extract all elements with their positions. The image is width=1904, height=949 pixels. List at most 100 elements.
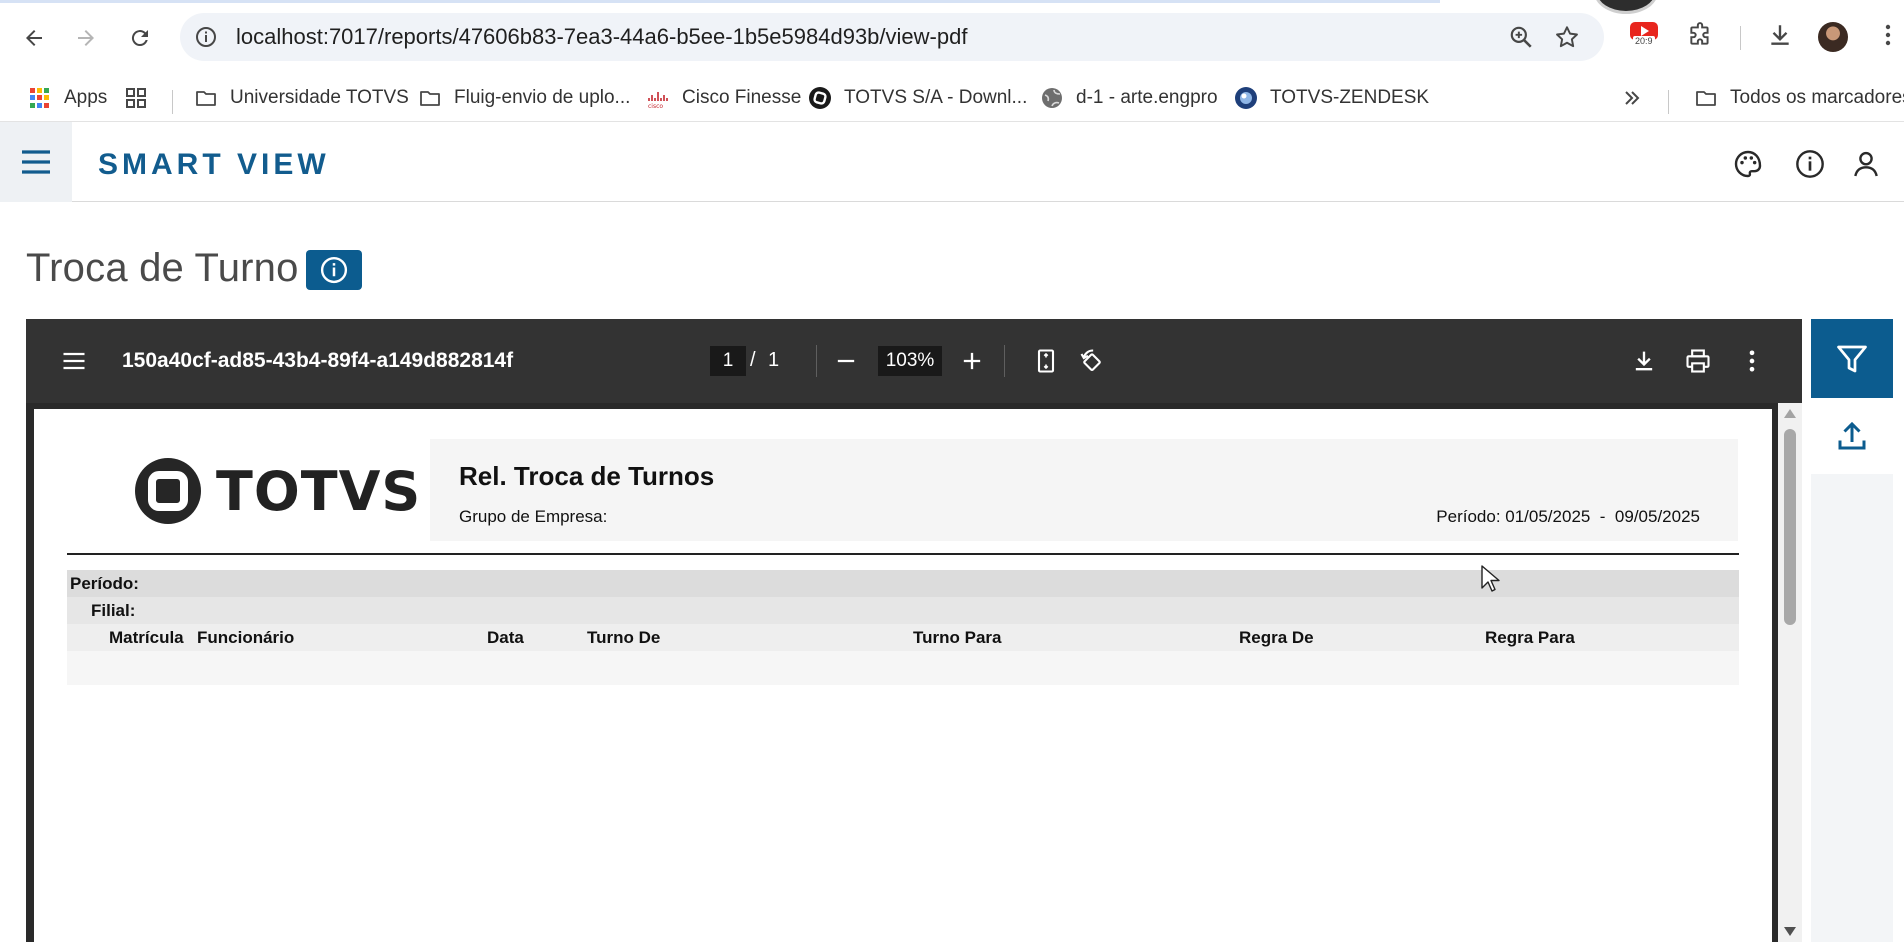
report-company-group: Grupo de Empresa:	[459, 507, 608, 526]
report-header: Rel. Troca de Turnos Grupo de Empresa: P…	[430, 439, 1738, 541]
forward-button[interactable]	[66, 18, 106, 58]
app-header: SMART VIEW	[0, 122, 1904, 202]
group-band-filial: Filial:	[67, 597, 1739, 624]
pdf-download-icon[interactable]	[1630, 347, 1658, 375]
user-icon[interactable]	[1850, 148, 1882, 180]
pdf-more-options-icon[interactable]	[1738, 347, 1766, 375]
upload-button[interactable]	[1811, 398, 1893, 474]
menu-toggle-button[interactable]	[0, 122, 72, 202]
browser-menu-button[interactable]	[1872, 19, 1904, 51]
bookmark-label: d-1 - arte.engpro	[1076, 87, 1218, 108]
bookmark-fluig[interactable]: Fluig-envio de uplo...	[418, 84, 630, 112]
bookmark-arte-engpro[interactable]: d-1 - arte.engpro	[1040, 84, 1218, 112]
scrollbar-thumb[interactable]	[1784, 429, 1796, 625]
palette-icon[interactable]	[1732, 148, 1764, 180]
column-header: Regra Para	[1485, 628, 1575, 647]
bookmark-label: Cisco Finesse	[682, 87, 802, 108]
report-info-button[interactable]	[306, 250, 362, 290]
globe-icon	[1042, 88, 1062, 108]
bookmarks-separator	[1668, 90, 1669, 114]
tab-groups-button[interactable]	[124, 84, 148, 112]
pdf-scrollbar[interactable]	[1778, 403, 1802, 942]
arrow-right-icon	[78, 30, 94, 46]
logo-wordmark: TOTVS	[216, 459, 422, 523]
bookmark-label: Apps	[64, 87, 108, 108]
page-title: Troca de Turno	[26, 246, 299, 290]
report-divider	[67, 553, 1739, 555]
downloads-button[interactable]	[1764, 19, 1796, 51]
pdf-viewer: 150a40cf-ad85-43b4-89f4-a149d882814f 1 /…	[26, 319, 1802, 949]
pdf-content-area[interactable]: TOTVS Rel. Troca de Turnos Grupo de Empr…	[26, 403, 1802, 949]
report-period: Período: 01/05/2025 - 09/05/2025	[1436, 507, 1700, 526]
about-info-icon[interactable]	[1794, 148, 1826, 180]
reload-button[interactable]	[120, 18, 160, 58]
bookmarks-separator	[172, 90, 173, 114]
more-bookmarks-button[interactable]	[1622, 84, 1642, 112]
all-bookmarks-button[interactable]: Todos os marcadores	[1694, 84, 1904, 112]
page-number-input[interactable]: 1	[710, 346, 746, 376]
column-header: Regra De	[1239, 628, 1314, 647]
bookmark-cisco-finesse[interactable]: cisco Cisco Finesse	[646, 84, 801, 112]
zoom-level-input[interactable]: 103%	[878, 346, 942, 376]
page-load-progress	[0, 0, 1440, 3]
column-header: Funcionário	[197, 628, 295, 647]
zoom-out-icon[interactable]	[832, 347, 860, 375]
column-header: Turno Para	[913, 628, 1002, 647]
back-button[interactable]	[14, 18, 54, 58]
arrow-left-icon	[26, 30, 42, 46]
zoom-icon[interactable]	[1508, 24, 1534, 50]
column-header: Data	[487, 628, 524, 647]
totvs-logo: TOTVS	[134, 457, 421, 525]
bookmark-totvs-zendesk[interactable]: TOTVS-ZENDESK	[1234, 84, 1429, 112]
pdf-toolbar: 150a40cf-ad85-43b4-89f4-a149d882814f 1 /…	[26, 319, 1802, 403]
app-brand: SMART VIEW	[98, 148, 330, 181]
bookmark-universidade-totvs[interactable]: Universidade TOTVS	[194, 84, 409, 112]
svg-text:cisco: cisco	[648, 103, 663, 110]
totvs-logo-icon	[135, 458, 201, 524]
empty-data-row	[67, 651, 1739, 685]
page-separator: /	[750, 349, 756, 371]
pdf-page: TOTVS Rel. Troca de Turnos Grupo de Empr…	[34, 409, 1772, 949]
bookmark-apps[interactable]: Apps	[28, 84, 107, 112]
profile-indicator	[1594, 0, 1658, 14]
mouse-cursor-icon	[1481, 565, 1500, 592]
folder-icon	[1696, 91, 1716, 106]
zoom-in-icon[interactable]	[958, 347, 986, 375]
sidebar-menu-icon[interactable]	[60, 347, 88, 375]
upload-icon	[1838, 421, 1866, 450]
folder-icon	[196, 91, 216, 106]
tab-grid-icon	[126, 88, 146, 108]
bookmark-star-icon[interactable]	[1554, 24, 1580, 50]
address-bar[interactable]: localhost:7017/reports/47606b83-7ea3-44a…	[180, 13, 1604, 61]
folder-icon	[420, 91, 440, 106]
bookmarks-bar: Apps Universidade TOTVS Fluig-envio de u…	[0, 74, 1904, 122]
extensions-button[interactable]	[1684, 19, 1716, 51]
bookmark-label: TOTVS S/A - Downl...	[844, 87, 1028, 108]
bookmark-totvs-downloads[interactable]: TOTVS S/A - Downl...	[808, 84, 1027, 112]
reload-icon	[131, 30, 148, 47]
youtube-extension-button[interactable]: 20:9	[1630, 22, 1658, 48]
bookmark-label: Universidade TOTVS	[230, 87, 409, 108]
rotate-icon[interactable]	[1078, 347, 1106, 375]
cisco-icon: cisco	[648, 92, 668, 110]
url-text: localhost:7017/reports/47606b83-7ea3-44a…	[236, 24, 968, 49]
fit-page-icon[interactable]	[1032, 347, 1060, 375]
scroll-down-arrow-icon[interactable]	[1784, 927, 1796, 936]
zendesk-icon	[1235, 87, 1257, 109]
page-total: 1	[768, 349, 780, 371]
puzzle-icon	[1690, 22, 1709, 45]
filter-icon	[1837, 345, 1867, 372]
bookmark-label: Fluig-envio de uplo...	[454, 87, 631, 108]
toolbar-divider	[816, 345, 817, 377]
site-info-icon[interactable]	[194, 25, 218, 49]
double-chevron-right-icon	[1625, 91, 1640, 105]
print-icon[interactable]	[1684, 347, 1712, 375]
kebab-menu-icon	[1885, 24, 1891, 46]
extension-badge: 20:9	[1633, 36, 1655, 46]
profile-avatar[interactable]	[1818, 22, 1848, 52]
scroll-up-arrow-icon[interactable]	[1784, 409, 1796, 418]
side-panel	[1811, 474, 1893, 942]
totvs-icon	[809, 87, 831, 109]
column-header: Turno De	[587, 628, 661, 647]
filter-button[interactable]	[1811, 319, 1893, 398]
